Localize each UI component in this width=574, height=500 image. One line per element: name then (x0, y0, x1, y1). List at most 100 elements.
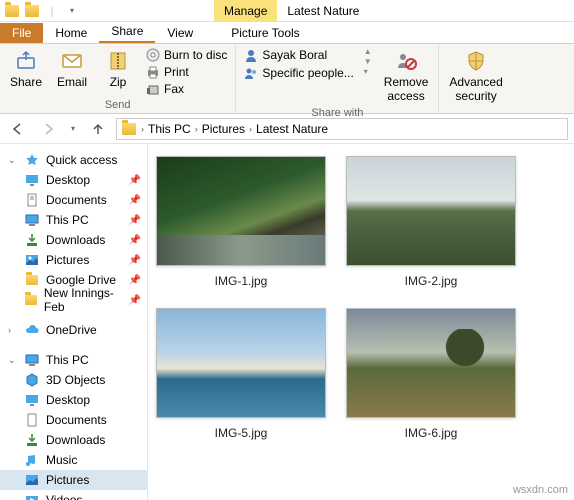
nav-3d-objects[interactable]: 3D Objects (0, 370, 147, 390)
nav-label: Desktop (46, 173, 90, 187)
forward-button[interactable] (36, 117, 60, 141)
picture-icon (24, 472, 40, 488)
fax-label: Fax (164, 82, 184, 96)
nav-desktop-pc[interactable]: Desktop (0, 390, 147, 410)
nav-label: Pictures (46, 253, 89, 267)
zip-button[interactable]: Zip (98, 47, 138, 91)
recent-locations-icon[interactable]: ▾ (66, 117, 80, 141)
nav-label: Downloads (46, 233, 105, 247)
document-icon (24, 412, 40, 428)
group-security: Advanced security (439, 44, 512, 113)
person-icon (244, 48, 258, 62)
chevron-right-icon[interactable]: › (8, 325, 18, 335)
nav-downloads-qa[interactable]: Downloads📌 (0, 230, 147, 250)
chevron-down-icon[interactable]: ⌄ (8, 155, 18, 166)
breadcrumb-this-pc[interactable]: This PC (148, 122, 191, 136)
nav-documents-pc[interactable]: Documents (0, 410, 147, 430)
pin-icon: 📌 (129, 295, 141, 306)
qat-customize-icon[interactable]: ▾ (64, 3, 80, 19)
file-item[interactable]: IMG-1.jpg (156, 156, 326, 288)
specific-people-button[interactable]: Specific people... (242, 65, 355, 81)
nav-label: Music (46, 453, 77, 467)
file-name: IMG-6.jpg (405, 426, 458, 440)
content-pane[interactable]: IMG-1.jpg IMG-2.jpg IMG-5.jpg IMG-6.jpg (148, 144, 574, 500)
fax-button[interactable]: Fax (144, 81, 229, 97)
chevron-down-icon[interactable]: ⌄ (8, 355, 18, 366)
email-icon (60, 49, 84, 73)
print-button[interactable]: Print (144, 64, 229, 80)
group-send-label: Send (105, 97, 131, 113)
nav-pictures-pc[interactable]: Pictures (0, 470, 147, 490)
advanced-security-label: Advanced security (449, 75, 502, 103)
tab-file[interactable]: File (0, 23, 43, 43)
nav-downloads-pc[interactable]: Downloads (0, 430, 147, 450)
download-icon (24, 432, 40, 448)
group-send: Share Email Zip Burn to disc Print (0, 44, 236, 113)
chevron-right-icon[interactable]: › (195, 124, 198, 134)
gallery-up-icon[interactable]: ▲ (364, 47, 372, 56)
pin-icon: 📌 (129, 175, 141, 186)
pc-icon (24, 212, 40, 228)
nav-documents[interactable]: Documents📌 (0, 190, 147, 210)
specific-user-button[interactable]: Sayak Boral (242, 47, 355, 63)
window-title: Latest Nature (277, 0, 369, 22)
nav-label: New Innings-Feb (44, 286, 123, 314)
pc-icon (24, 352, 40, 368)
nav-this-pc[interactable]: ⌄This PC (0, 350, 147, 370)
tab-share[interactable]: Share (99, 21, 155, 43)
nav-label: 3D Objects (46, 373, 105, 387)
nav-label: Quick access (46, 153, 117, 167)
nav-new-innings[interactable]: New Innings-Feb📌 (0, 290, 147, 310)
burn-label: Burn to disc (164, 48, 227, 62)
nav-onedrive[interactable]: › OneDrive (0, 320, 147, 340)
contextual-tab-manage[interactable]: Manage (214, 0, 277, 22)
breadcrumb[interactable]: › This PC › Pictures › Latest Nature (116, 118, 568, 140)
thumbnail-image (346, 308, 516, 418)
nav-quick-access[interactable]: ⌄ Quick access (0, 150, 147, 170)
specific-people-label: Specific people... (262, 66, 353, 80)
watermark: wsxdn.com (513, 484, 568, 496)
burn-to-disc-button[interactable]: Burn to disc (144, 47, 229, 63)
nav-label: This PC (46, 213, 89, 227)
nav-label: Desktop (46, 393, 90, 407)
specific-user-label: Sayak Boral (262, 48, 327, 62)
nav-desktop[interactable]: Desktop 📌 (0, 170, 147, 190)
breadcrumb-pictures[interactable]: Pictures (202, 122, 245, 136)
nav-this-pc-qa[interactable]: This PC📌 (0, 210, 147, 230)
print-icon (146, 65, 160, 79)
download-icon (24, 232, 40, 248)
folder-shortcut-icon[interactable] (24, 3, 40, 19)
share-button[interactable]: Share (6, 47, 46, 91)
titlebar: | ▾ Manage Latest Nature (0, 0, 574, 22)
breadcrumb-latest-nature[interactable]: Latest Nature (256, 122, 328, 136)
remove-access-button[interactable]: Remove access (380, 47, 433, 105)
up-button[interactable] (86, 117, 110, 141)
pin-icon: 📌 (129, 255, 141, 266)
file-item[interactable]: IMG-6.jpg (346, 308, 516, 440)
tab-view[interactable]: View (155, 23, 205, 43)
back-button[interactable] (6, 117, 30, 141)
picture-icon (24, 252, 40, 268)
folder-icon (24, 292, 38, 308)
share-icon (14, 49, 38, 73)
nav-pictures-qa[interactable]: Pictures 📌 (0, 250, 147, 270)
pin-icon: 📌 (129, 195, 141, 206)
thumbnail-image (346, 156, 516, 266)
nav-videos[interactable]: Videos (0, 490, 147, 500)
nav-label: OneDrive (46, 323, 97, 337)
advanced-security-button[interactable]: Advanced security (445, 47, 506, 105)
desktop-icon (24, 392, 40, 408)
tab-home[interactable]: Home (43, 23, 99, 43)
ribbon-tabs: File Home Share View Picture Tools (0, 22, 574, 44)
chevron-right-icon[interactable]: › (249, 124, 252, 134)
file-item[interactable]: IMG-5.jpg (156, 308, 326, 440)
chevron-right-icon[interactable]: › (141, 124, 144, 134)
gallery-more-icon[interactable]: ▾ (364, 67, 372, 76)
nav-music[interactable]: Music (0, 450, 147, 470)
thumbnail-image (156, 156, 326, 266)
tab-picture-tools[interactable]: Picture Tools (219, 23, 311, 43)
ribbon: Share Email Zip Burn to disc Print (0, 44, 574, 114)
email-button[interactable]: Email (52, 47, 92, 91)
gallery-down-icon[interactable]: ▼ (364, 57, 372, 66)
file-item[interactable]: IMG-2.jpg (346, 156, 516, 288)
